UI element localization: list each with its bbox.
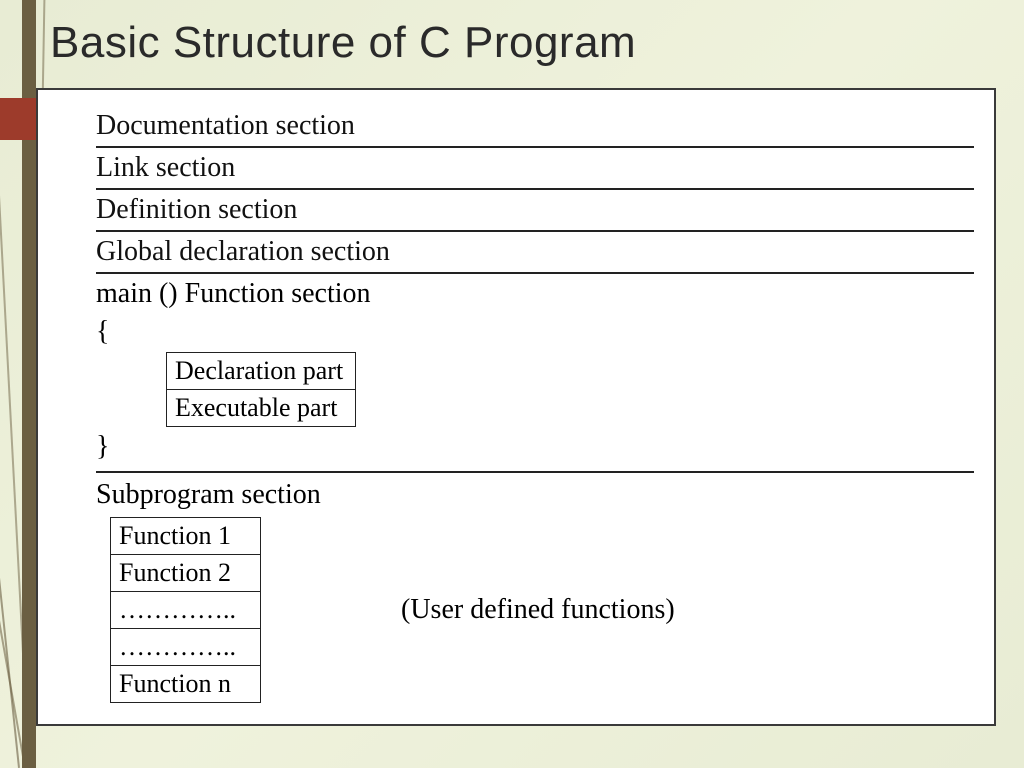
function-2: Function 2 <box>111 555 261 592</box>
functions-table: Function 1 Function 2 ………….. ………….. Func… <box>110 517 261 703</box>
subprogram-label: Subprogram section <box>96 479 974 517</box>
main-function-block: main () Function section { Declaration p… <box>96 274 974 473</box>
declaration-part: Declaration part <box>167 353 356 390</box>
function-n: Function n <box>111 666 261 703</box>
open-brace: { <box>96 314 974 350</box>
section-definition: Definition section <box>96 190 974 232</box>
function-dots-1: ………….. <box>111 592 261 629</box>
main-label: main () Function section <box>96 274 974 314</box>
section-documentation: Documentation section <box>96 106 974 148</box>
main-parts-table: Declaration part Executable part <box>166 352 356 427</box>
section-link: Link section <box>96 148 974 190</box>
user-defined-label: (User defined functions) <box>401 594 675 626</box>
function-dots-2: ………….. <box>111 629 261 666</box>
content-box: Documentation section Link section Defin… <box>36 88 996 726</box>
executable-part: Executable part <box>167 390 356 427</box>
close-brace: } <box>96 429 974 465</box>
slide-title: Basic Structure of C Program <box>50 18 636 68</box>
function-1: Function 1 <box>111 518 261 555</box>
section-global: Global declaration section <box>96 232 974 274</box>
subprogram-block: Subprogram section Function 1 Function 2… <box>96 473 974 703</box>
